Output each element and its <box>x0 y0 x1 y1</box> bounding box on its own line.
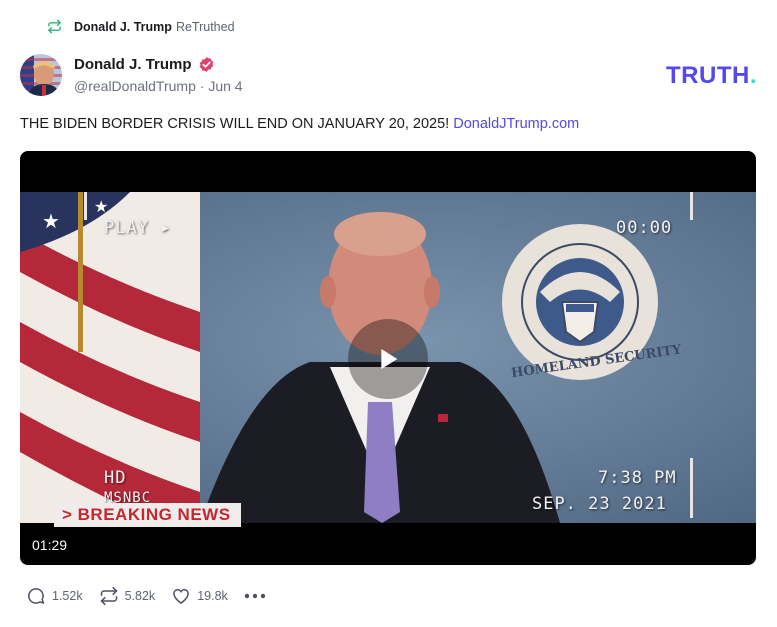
post-link[interactable]: DonaldJTrump.com <box>453 116 579 132</box>
svg-text:★: ★ <box>94 199 108 216</box>
author-handle[interactable]: @realDonaldTrump <box>74 78 196 94</box>
post-author: Donald J. Trump @realDonaldTrump · Jun 4 <box>74 54 243 95</box>
reply-count: 1.52k <box>52 589 83 603</box>
retruth-button[interactable]: 5.82k <box>99 586 156 606</box>
video-player[interactable]: ★ ★ HOMELAND SECURITY PLAY ▸ 00:00 HD MS… <box>20 151 756 565</box>
meta-separator: · <box>199 78 205 94</box>
vhs-hd: HD <box>104 468 127 488</box>
heart-icon <box>173 589 190 604</box>
breaking-news-banner: > BREAKING NEWS <box>54 503 241 527</box>
retruth-icon <box>48 19 61 34</box>
post-body: THE BIDEN BORDER CRISIS WILL END ON JANU… <box>20 116 450 132</box>
more-options-button[interactable] <box>244 592 266 600</box>
like-count: 19.8k <box>197 589 228 603</box>
play-button[interactable] <box>348 319 428 399</box>
vhs-timestamp: 00:00 <box>616 218 673 238</box>
truth-logo[interactable]: TRUTH. <box>666 62 757 90</box>
play-icon <box>381 349 398 369</box>
post-date[interactable]: Jun 4 <box>208 78 242 94</box>
vhs-play-overlay: PLAY ▸ <box>104 218 172 238</box>
reply-button[interactable]: 1.52k <box>26 586 83 606</box>
retruth-header: Donald J. Trump ReTruthed <box>47 19 235 34</box>
retruth-label: ReTruthed <box>175 19 235 34</box>
retruth-author-name[interactable]: Donald J. Trump <box>74 20 172 34</box>
author-name[interactable]: Donald J. Trump <box>74 56 192 73</box>
post-text: THE BIDEN BORDER CRISIS WILL END ON JANU… <box>20 116 579 132</box>
vhs-time: 7:38 PM <box>598 468 677 488</box>
more-icon <box>244 593 265 599</box>
reply-icon <box>28 588 45 604</box>
retruth-count: 5.82k <box>124 589 156 603</box>
vhs-date: SEP. 23 2021 <box>532 494 667 514</box>
like-button[interactable]: 19.8k <box>171 586 228 606</box>
svg-text:★: ★ <box>42 211 60 233</box>
post-actions: 1.52k 5.82k 19.8k <box>26 586 266 606</box>
video-duration: 01:29 <box>32 537 68 553</box>
retruth-icon <box>100 586 117 606</box>
verified-badge-icon <box>199 56 213 72</box>
avatar[interactable] <box>20 54 62 96</box>
